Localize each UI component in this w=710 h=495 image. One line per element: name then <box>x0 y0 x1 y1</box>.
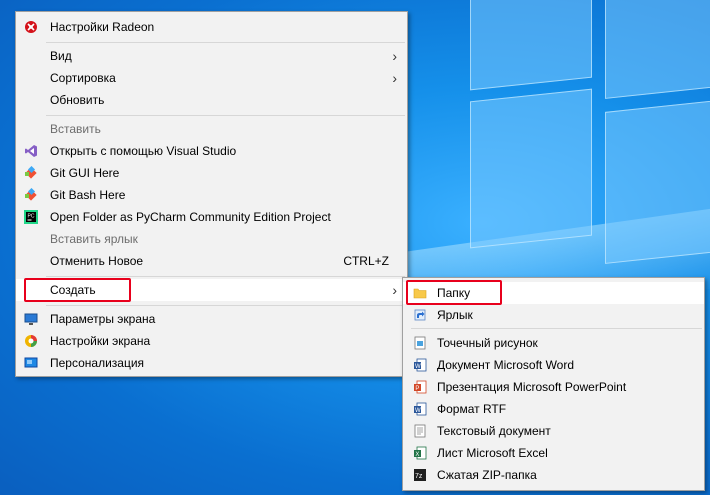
menu-item-label: Персонализация <box>50 356 145 370</box>
submenu-item-rtf[interactable]: W Формат RTF <box>403 398 704 420</box>
menu-item-pycharm[interactable]: PC Open Folder as PyCharm Community Edit… <box>16 206 407 228</box>
menu-item-git-gui[interactable]: Git GUI Here <box>16 162 407 184</box>
zip-icon: 7z <box>414 469 426 481</box>
menu-item-label: Лист Microsoft Excel <box>437 446 548 460</box>
git-icon <box>25 188 37 201</box>
intel-graphics-icon <box>25 335 37 347</box>
svg-text:7z: 7z <box>415 473 423 480</box>
excel-icon: X <box>414 446 427 460</box>
menu-item-label: Открыть с помощью Visual Studio <box>50 144 237 158</box>
menu-item-label: Git Bash Here <box>50 188 126 202</box>
menu-item-label: Вставить <box>50 122 101 136</box>
menu-item-radeon-settings[interactable]: Настройки Radeon <box>16 16 407 38</box>
submenu-item-excel[interactable]: X Лист Microsoft Excel <box>403 442 704 464</box>
menu-item-display-settings[interactable]: Параметры экрана <box>16 308 407 330</box>
menu-item-label: Open Folder as PyCharm Community Edition… <box>50 210 331 224</box>
menu-item-undo-new[interactable]: Отменить Новое CTRL+Z <box>16 250 407 272</box>
menu-item-label: Документ Microsoft Word <box>437 358 575 372</box>
svg-text:X: X <box>415 452 419 458</box>
chevron-right-icon: › <box>392 282 397 298</box>
highlight-box-folder <box>406 280 502 305</box>
menu-item-label: Настройки Radeon <box>50 20 155 34</box>
menu-separator <box>46 115 405 116</box>
text-document-icon <box>414 424 426 438</box>
menu-item-label: Git GUI Here <box>50 166 120 180</box>
bitmap-icon <box>414 336 426 350</box>
menu-separator <box>411 328 702 329</box>
menu-item-intel-graphics[interactable]: Настройки экрана <box>16 330 407 352</box>
menu-item-view[interactable]: Вид › <box>16 45 407 67</box>
menu-item-label: Точечный рисунок <box>437 336 538 350</box>
highlight-box-create <box>24 278 131 302</box>
menu-item-open-visual-studio[interactable]: Открыть с помощью Visual Studio <box>16 140 407 162</box>
menu-item-sort[interactable]: Сортировка › <box>16 67 407 89</box>
submenu-item-zip[interactable]: 7z Сжатая ZIP-папка <box>403 464 704 486</box>
chevron-right-icon: › <box>392 48 397 64</box>
menu-item-paste-shortcut: Вставить ярлык <box>16 228 407 250</box>
menu-item-personalization[interactable]: Персонализация <box>16 352 407 374</box>
submenu-item-word[interactable]: W Документ Microsoft Word <box>403 354 704 376</box>
menu-separator <box>46 305 405 306</box>
powerpoint-icon: P <box>414 380 427 394</box>
menu-item-git-bash[interactable]: Git Bash Here <box>16 184 407 206</box>
menu-item-label: Обновить <box>50 93 105 107</box>
chevron-right-icon: › <box>392 70 397 86</box>
menu-item-paste: Вставить <box>16 118 407 140</box>
personalization-icon <box>24 357 38 368</box>
svg-text:P: P <box>415 386 419 392</box>
pycharm-icon: PC <box>24 210 38 224</box>
menu-item-label: Текстовый документ <box>437 424 551 438</box>
shortcut-icon <box>414 309 426 321</box>
svg-text:W: W <box>415 408 421 414</box>
radeon-icon <box>25 21 37 33</box>
menu-item-label: Параметры экрана <box>50 312 156 326</box>
menu-item-label: Сортировка <box>50 71 116 85</box>
menu-item-label: Вид <box>50 49 72 63</box>
windows-logo-wallpaper <box>350 0 710 340</box>
git-icon <box>25 166 37 179</box>
display-settings-icon <box>24 313 38 325</box>
visual-studio-icon <box>25 145 37 157</box>
menu-item-label: Вставить ярлык <box>50 232 138 246</box>
menu-item-label: Сжатая ZIP-папка <box>437 468 537 482</box>
rtf-icon: W <box>414 402 427 416</box>
word-icon: W <box>414 358 427 372</box>
menu-item-label: Ярлык <box>437 308 473 322</box>
submenu-item-powerpoint[interactable]: P Презентация Microsoft PowerPoint <box>403 376 704 398</box>
svg-text:PC: PC <box>28 214 35 220</box>
menu-item-label: Презентация Microsoft PowerPoint <box>437 380 627 394</box>
menu-separator <box>46 276 405 277</box>
menu-item-label: Отменить Новое <box>50 254 144 268</box>
menu-item-refresh[interactable]: Обновить <box>16 89 407 111</box>
menu-separator <box>46 42 405 43</box>
menu-item-label: Формат RTF <box>437 402 507 416</box>
create-new-submenu: Папку Ярлык Точечный рисунок W Документ … <box>402 277 705 491</box>
menu-item-label: Настройки экрана <box>50 334 151 348</box>
desktop-context-menu: Настройки Radeon Вид › Сортировка › Обно… <box>15 11 408 377</box>
menu-item-shortcut: CTRL+Z <box>343 254 389 268</box>
submenu-item-text-document[interactable]: Текстовый документ <box>403 420 704 442</box>
submenu-item-shortcut[interactable]: Ярлык <box>403 304 704 326</box>
svg-text:W: W <box>415 364 421 370</box>
submenu-item-bitmap[interactable]: Точечный рисунок <box>403 332 704 354</box>
